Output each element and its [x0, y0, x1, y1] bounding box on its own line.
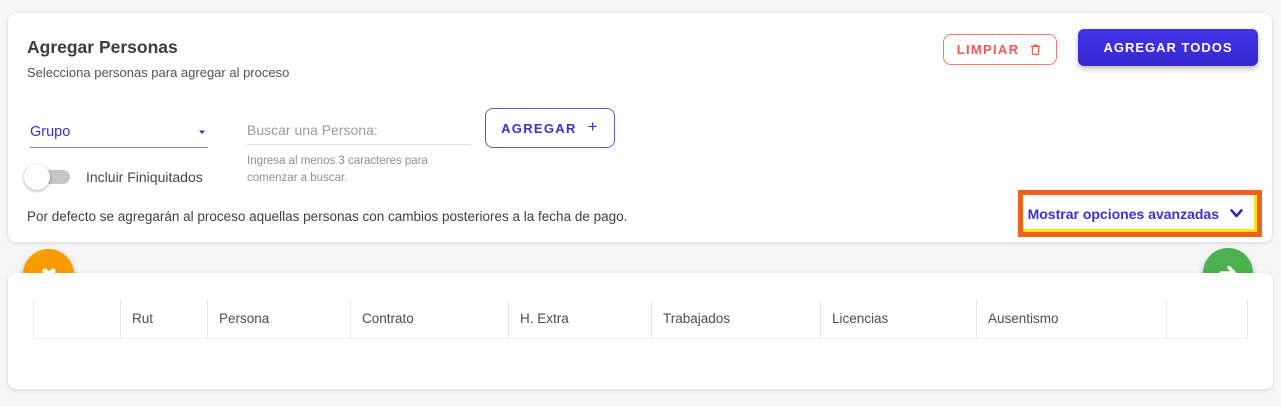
add-button[interactable]: AGREGAR + [485, 108, 615, 148]
table-header-trabajados: Trabajados [652, 300, 821, 338]
table-header-ausentismo: Ausentismo [977, 300, 1167, 338]
page-title: Agregar Personas [27, 37, 178, 57]
toggle-label: Incluir Finiquitados [86, 169, 203, 185]
add-button-label: AGREGAR [501, 120, 577, 136]
include-terminated-toggle[interactable] [24, 163, 74, 191]
panel-subtitle: Selecciona personas para agregar al proc… [27, 65, 290, 80]
search-helper-text: Ingresa al menos 3 caracteres para comen… [247, 155, 428, 184]
group-select-value: Grupo [30, 123, 71, 140]
table-header-row: Rut Persona Contrato H. Extra Trabajados… [33, 300, 1248, 339]
trash-icon [1028, 42, 1043, 57]
table-header-contrato: Contrato [351, 300, 509, 338]
table-header-select [34, 300, 121, 338]
table-header-licencias: Licencias [821, 300, 977, 338]
search-input[interactable] [247, 116, 471, 145]
clear-button-label: LIMPIAR [956, 42, 1020, 57]
toggle-knob [24, 164, 50, 190]
annotation-highlight-box: Mostrar opciones avanzadas [1018, 190, 1262, 237]
show-advanced-options-link[interactable]: Mostrar opciones avanzadas [1028, 206, 1244, 222]
table-header-actions [1167, 300, 1248, 338]
table-header-rut: Rut [121, 300, 208, 338]
table-header-persona: Persona [208, 300, 351, 338]
default-behavior-note: Por defecto se agregarán al proceso aque… [27, 209, 628, 224]
plus-icon: + [587, 117, 599, 136]
advanced-link-label: Mostrar opciones avanzadas [1027, 205, 1219, 222]
group-select[interactable]: Grupo [30, 116, 208, 148]
add-people-panel: Agregar Personas Selecciona personas par… [8, 13, 1272, 242]
add-all-button[interactable]: AGREGAR TODOS [1078, 29, 1258, 66]
clear-button[interactable]: LIMPIAR [943, 34, 1057, 65]
caret-down-icon [196, 126, 208, 138]
search-field: Ingresa al menos 3 caracteres para comen… [247, 116, 483, 186]
people-table-panel: Rut Persona Contrato H. Extra Trabajados… [8, 273, 1273, 389]
include-terminated-row: Incluir Finiquitados [24, 163, 203, 191]
table-header-hextra: H. Extra [509, 300, 652, 338]
chevron-down-icon [1229, 207, 1244, 220]
